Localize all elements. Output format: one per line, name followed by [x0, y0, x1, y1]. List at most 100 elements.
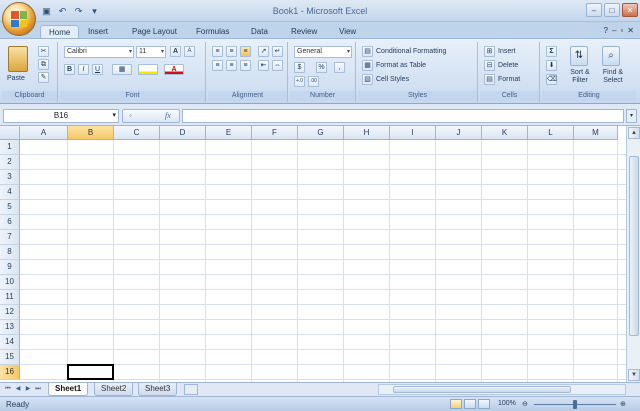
- align-top-icon[interactable]: ≡: [212, 46, 223, 57]
- column-header[interactable]: E: [206, 126, 252, 140]
- format-cells-button[interactable]: Format: [498, 75, 520, 85]
- minimize-button[interactable]: –: [586, 3, 602, 17]
- increase-decimal-icon[interactable]: +.0: [294, 76, 305, 87]
- formula-input[interactable]: [182, 109, 624, 123]
- format-as-table-button[interactable]: Format as Table: [376, 61, 426, 71]
- merge-center-icon[interactable]: ⇔: [272, 60, 283, 71]
- autosum-button[interactable]: Σ: [546, 46, 557, 57]
- sort-filter-button[interactable]: Sort & Filter: [564, 69, 596, 85]
- row-header[interactable]: 9: [0, 260, 20, 275]
- sheet-tab-sheet3[interactable]: Sheet3: [138, 383, 178, 396]
- align-left-icon[interactable]: ≡: [212, 60, 223, 71]
- help-icon[interactable]: ?: [604, 26, 608, 35]
- tab-data[interactable]: Data: [243, 25, 276, 39]
- insert-cells-button[interactable]: Insert: [498, 47, 516, 57]
- italic-button[interactable]: I: [78, 64, 89, 75]
- row-header[interactable]: 14: [0, 335, 20, 350]
- font-name-select[interactable]: Calibri ▾: [64, 46, 134, 58]
- sheet-tab-sheet1[interactable]: Sheet1: [48, 383, 89, 396]
- select-all-button[interactable]: [0, 126, 20, 140]
- row-header[interactable]: 11: [0, 290, 20, 305]
- close-button[interactable]: ✕: [622, 3, 638, 17]
- worksheet-grid[interactable]: ABCDEFGHIJKLM 1 2 3 4 5 6 7 8 9 10 11 12 13 14 15 16 ▲ …: [0, 126, 640, 382]
- align-right-icon[interactable]: ≡: [240, 60, 251, 71]
- row-header[interactable]: 12: [0, 305, 20, 320]
- column-header[interactable]: L: [528, 126, 574, 140]
- row-header[interactable]: 2: [0, 155, 20, 170]
- vertical-scroll-thumb[interactable]: [629, 156, 639, 336]
- tab-formulas[interactable]: Formulas: [188, 25, 237, 39]
- bold-button[interactable]: B: [64, 64, 75, 75]
- wrap-text-icon[interactable]: ↵: [272, 46, 283, 57]
- clear-icon[interactable]: ⌫: [546, 74, 557, 85]
- maximize-button[interactable]: □: [604, 3, 620, 17]
- underline-button[interactable]: U: [92, 64, 103, 75]
- prev-sheet-icon[interactable]: ◀: [14, 385, 22, 394]
- expand-formula-bar-icon[interactable]: ▾: [626, 109, 637, 123]
- find-select-button[interactable]: Find & Select: [596, 69, 630, 85]
- row-header[interactable]: 4: [0, 185, 20, 200]
- horizontal-scrollbar[interactable]: [378, 384, 626, 395]
- paste-icon[interactable]: [8, 46, 28, 72]
- tab-page-layout[interactable]: Page Layout: [124, 25, 185, 39]
- row-header[interactable]: 6: [0, 215, 20, 230]
- sort-filter-icon[interactable]: ⇅: [570, 46, 588, 66]
- comma-button[interactable]: ,: [334, 62, 345, 73]
- column-header[interactable]: F: [252, 126, 298, 140]
- next-sheet-icon[interactable]: ▶: [24, 385, 32, 394]
- sheet-tab-sheet2[interactable]: Sheet2: [94, 383, 134, 396]
- delete-cells-button[interactable]: Delete: [498, 61, 518, 71]
- align-bottom-icon[interactable]: ≡: [240, 46, 251, 57]
- shrink-font-icon[interactable]: A: [184, 46, 195, 57]
- column-header[interactable]: K: [482, 126, 528, 140]
- currency-button[interactable]: $: [294, 62, 305, 73]
- grow-font-icon[interactable]: A: [170, 46, 181, 57]
- font-size-select[interactable]: 11 ▾: [136, 46, 166, 58]
- scroll-up-icon[interactable]: ▲: [628, 127, 640, 139]
- orientation-icon[interactable]: ↗: [258, 46, 269, 57]
- horizontal-scroll-thumb[interactable]: [393, 386, 571, 393]
- tab-insert[interactable]: Insert: [80, 25, 116, 39]
- column-header[interactable]: I: [390, 126, 436, 140]
- office-button[interactable]: [2, 2, 36, 36]
- insert-function-button[interactable]: fx: [165, 110, 171, 122]
- fill-color-icon[interactable]: [138, 64, 158, 75]
- last-sheet-icon[interactable]: ⏭: [34, 385, 42, 394]
- zoom-level[interactable]: 100%: [498, 400, 516, 407]
- format-painter-icon[interactable]: ✎: [38, 72, 49, 83]
- insert-sheet-icon[interactable]: [184, 384, 198, 395]
- copy-icon[interactable]: ⧉: [38, 59, 49, 70]
- first-sheet-icon[interactable]: ⏮: [4, 385, 12, 394]
- ribbon-close-icon[interactable]: ✕: [627, 26, 634, 35]
- column-header[interactable]: B: [68, 126, 114, 140]
- column-header[interactable]: G: [298, 126, 344, 140]
- column-header[interactable]: H: [344, 126, 390, 140]
- ribbon-restore-icon[interactable]: ▫: [620, 26, 623, 35]
- borders-icon[interactable]: ▦: [112, 64, 132, 75]
- conditional-formatting-button[interactable]: Conditional Formatting: [376, 47, 446, 57]
- row-header[interactable]: 7: [0, 230, 20, 245]
- paste-button-label[interactable]: Paste: [7, 74, 25, 84]
- number-format-select[interactable]: General ▾: [294, 46, 352, 58]
- cell-styles-button[interactable]: Cell Styles: [376, 75, 409, 85]
- find-select-icon[interactable]: ⌕: [602, 46, 620, 66]
- row-header[interactable]: 1: [0, 140, 20, 155]
- zoom-out-icon[interactable]: ⊖: [522, 400, 528, 408]
- percent-button[interactable]: %: [316, 62, 327, 73]
- decrease-decimal-icon[interactable]: .00: [308, 76, 319, 87]
- decrease-indent-icon[interactable]: ⇤: [258, 60, 269, 71]
- row-header[interactable]: 13: [0, 320, 20, 335]
- row-header[interactable]: 3: [0, 170, 20, 185]
- tab-home[interactable]: Home: [40, 25, 80, 39]
- page-break-view-icon[interactable]: [478, 399, 490, 409]
- align-center-icon[interactable]: ≡: [226, 60, 237, 71]
- scroll-down-icon[interactable]: ▼: [628, 369, 640, 381]
- column-header[interactable]: A: [20, 126, 68, 140]
- column-header[interactable]: J: [436, 126, 482, 140]
- zoom-slider-knob[interactable]: [573, 400, 577, 409]
- column-header[interactable]: M: [574, 126, 618, 140]
- row-header[interactable]: 10: [0, 275, 20, 290]
- zoom-in-icon[interactable]: ⊕: [620, 400, 626, 408]
- name-box[interactable]: B16 ▾: [3, 109, 119, 123]
- align-middle-icon[interactable]: ≡: [226, 46, 237, 57]
